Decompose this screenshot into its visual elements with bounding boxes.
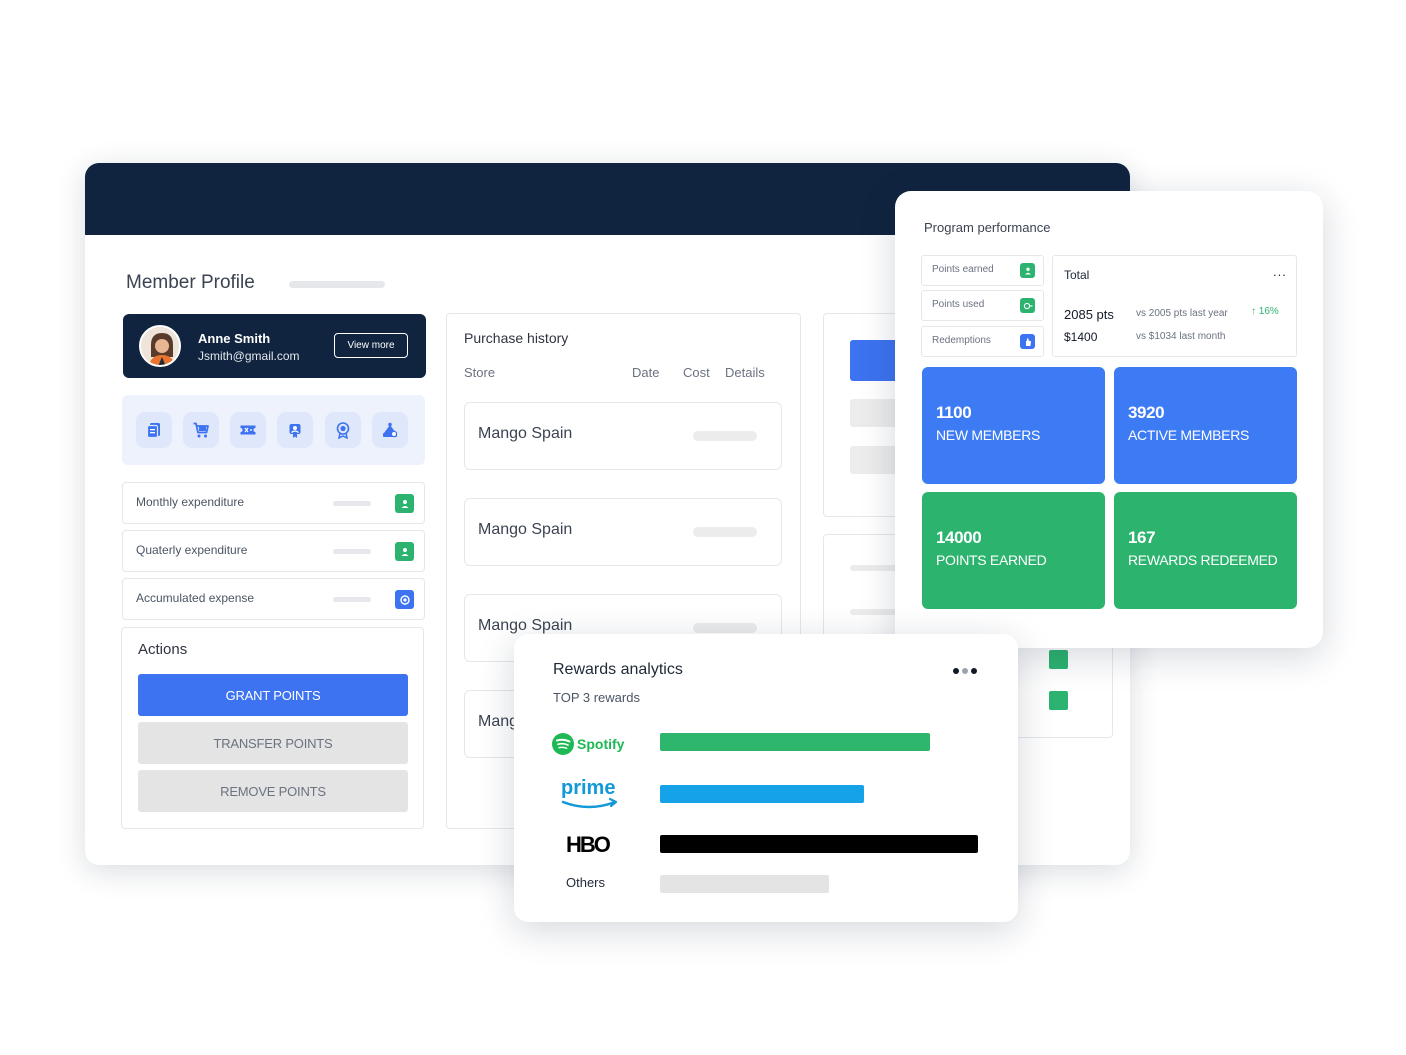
kpi-tile-rewards-redeemed[interactable]: 167 REWARDS REDEEMED — [1114, 492, 1297, 609]
amazon-prime-logo: prime — [559, 774, 623, 814]
ticket-icon[interactable] — [230, 412, 266, 448]
stat-label: Monthly expenditure — [136, 495, 245, 509]
rewards-analytics-card: Rewards analytics TOP 3 rewards Spotify … — [514, 634, 1018, 922]
svg-text:prime: prime — [561, 777, 615, 799]
kpi-value: 167 — [1128, 528, 1156, 547]
others-label: Others — [566, 875, 606, 890]
growth-indicator: ↑ 16% — [1251, 306, 1279, 317]
title-placeholder-bar — [289, 281, 385, 288]
transfer-points-button[interactable]: TRANSFER POINTS — [138, 722, 408, 764]
cart-icon[interactable] — [183, 412, 219, 448]
column-header-cost[interactable]: Cost — [683, 365, 710, 380]
hbo-logo: HBO — [565, 831, 619, 857]
table-row[interactable]: Mango Spain — [464, 402, 782, 470]
row-placeholder-bar — [693, 527, 757, 537]
kpi-value: 1100 — [936, 403, 972, 422]
coin-icon — [395, 590, 414, 609]
member-email: Jsmith@gmail.com — [198, 349, 300, 363]
stat-label: Accumulated expense — [136, 591, 255, 605]
svg-text:Spotify: Spotify — [577, 736, 625, 752]
page-title: Member Profile — [126, 272, 255, 293]
remove-points-button[interactable]: REMOVE POINTS — [138, 770, 408, 812]
avatar[interactable] — [139, 325, 181, 367]
member-name: Anne Smith — [198, 331, 271, 346]
row-placeholder-bar — [693, 431, 757, 441]
stat-quarterly-expenditure[interactable]: Quaterly expenditure — [122, 530, 425, 572]
stat-placeholder-bar — [333, 597, 371, 602]
stat-placeholder-bar — [333, 501, 371, 506]
user-download-icon — [395, 494, 414, 513]
grant-points-button[interactable]: GRANT POINTS — [138, 674, 408, 716]
status-square — [1049, 650, 1068, 669]
program-performance-card: Program performance Points earned Points… — [895, 191, 1323, 648]
total-amount: $1400 — [1064, 330, 1098, 344]
actions-title: Actions — [138, 641, 188, 658]
stat-placeholder-bar — [333, 549, 371, 554]
metric-label: Redemptions — [932, 335, 991, 346]
rewards-analytics-title: Rewards analytics — [553, 661, 683, 678]
store-name: Mango Spain — [478, 521, 573, 538]
actions-panel: Actions GRANT POINTS TRANSFER POINTS REM… — [121, 627, 424, 829]
points-comparison: vs 2005 pts last year — [1136, 308, 1228, 319]
kpi-tile-new-members[interactable]: 1100 NEW MEMBERS — [922, 367, 1105, 484]
svg-text:HBO: HBO — [566, 832, 611, 857]
kpi-label: REWARDS REDEEMED — [1128, 552, 1278, 568]
metric-redemptions[interactable]: Redemptions — [921, 326, 1044, 357]
reward-bar-others[interactable] — [660, 875, 829, 893]
kpi-label: NEW MEMBERS — [936, 427, 1041, 443]
user-download-icon — [395, 542, 414, 561]
coin-out-icon — [1020, 298, 1035, 313]
metric-label: Points used — [932, 299, 985, 310]
reward-bar-prime[interactable] — [660, 785, 864, 803]
row-placeholder-bar — [693, 623, 757, 633]
document-icon[interactable] — [136, 412, 172, 448]
kpi-tile-points-earned[interactable]: 14000 POINTS EARNED — [922, 492, 1105, 609]
kpi-tile-active-members[interactable]: 3920 ACTIVE MEMBERS — [1114, 367, 1297, 484]
gift-icon[interactable] — [372, 412, 408, 448]
award-icon[interactable] — [325, 412, 361, 448]
kpi-label: ACTIVE MEMBERS — [1128, 427, 1250, 443]
quick-actions-strip — [122, 395, 425, 465]
table-row[interactable]: Mango Spain — [464, 498, 782, 566]
metric-label: Points earned — [932, 264, 994, 275]
store-name: Mango Spain — [478, 425, 573, 442]
kpi-value: 14000 — [936, 528, 982, 547]
amount-comparison: vs $1034 last month — [1136, 331, 1226, 342]
rewards-subtitle: TOP 3 rewards — [553, 690, 640, 705]
spotify-logo: Spotify — [552, 732, 632, 756]
total-summary: Total ... 2085 pts vs 2005 pts last year… — [1052, 255, 1297, 357]
stat-label: Quaterly expenditure — [136, 543, 248, 557]
program-performance-title: Program performance — [924, 220, 1051, 235]
kpi-label: POINTS EARNED — [936, 552, 1047, 568]
column-header-store[interactable]: Store — [464, 365, 495, 380]
stat-monthly-expenditure[interactable]: Monthly expenditure — [122, 482, 425, 524]
more-menu-icon[interactable]: ... — [1273, 264, 1287, 279]
reward-bar-spotify[interactable] — [660, 733, 930, 751]
user-download-icon — [1020, 263, 1035, 278]
metric-points-earned[interactable]: Points earned — [921, 255, 1044, 286]
view-more-button[interactable]: View more — [334, 333, 408, 358]
metric-points-used[interactable]: Points used — [921, 290, 1044, 321]
total-label: Total — [1064, 268, 1090, 282]
column-header-date[interactable]: Date — [632, 365, 659, 380]
column-header-details[interactable]: Details — [725, 365, 765, 380]
hand-icon — [1020, 334, 1035, 349]
kpi-value: 3920 — [1128, 403, 1165, 422]
purchase-history-title: Purchase history — [464, 330, 569, 346]
reward-bar-hbo[interactable] — [660, 835, 978, 853]
total-points: 2085 pts — [1064, 307, 1114, 322]
status-square — [1049, 691, 1068, 710]
store-name: Mango Spain — [478, 617, 573, 634]
arrow-up-icon: ↑ — [1251, 306, 1256, 317]
growth-value: 16% — [1258, 306, 1279, 317]
stat-accumulated-expense[interactable]: Accumulated expense — [122, 578, 425, 620]
member-profile-card: Anne Smith Jsmith@gmail.com View more — [123, 314, 426, 378]
badge-icon[interactable] — [277, 412, 313, 448]
